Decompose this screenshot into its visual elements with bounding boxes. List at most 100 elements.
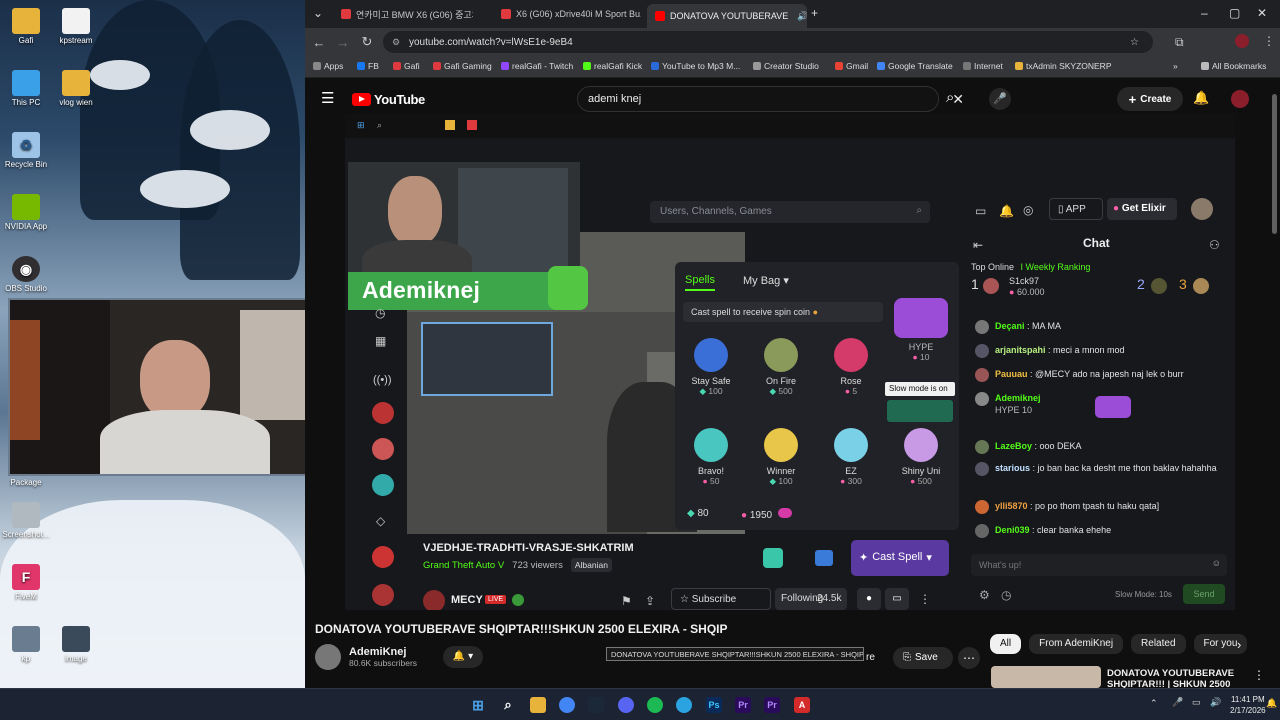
bookmark-gafi-gaming[interactable]: Gafi Gaming — [433, 61, 492, 71]
premiere-icon[interactable]: Pr — [764, 697, 780, 713]
user-avatar[interactable] — [975, 368, 989, 382]
category-link[interactable]: Grand Theft Auto V — [423, 560, 504, 571]
spell-winner[interactable]: Winner ◆ 100 — [748, 428, 814, 487]
page-scrollbar[interactable] — [1272, 94, 1277, 234]
browser-menu-icon[interactable]: ⋮ — [1263, 34, 1275, 48]
kick-search-input[interactable]: Users, Channels, Games ⌕ — [650, 201, 930, 223]
followed-channel-avatar[interactable] — [372, 402, 394, 424]
tab-my-bag[interactable]: My Bag ▾ — [743, 274, 789, 287]
video-player[interactable]: ⊞ ⌕ Users, Channels, Games ⌕ ▭ 🔔 ◎ ▯ APP… — [345, 114, 1235, 610]
search-icon[interactable]: ⌕ — [916, 205, 922, 216]
network-icon[interactable]: ▭ — [1192, 697, 1201, 708]
user-avatar[interactable] — [975, 440, 989, 454]
search-icon[interactable]: ⌕ — [946, 89, 954, 106]
file-explorer-icon[interactable] — [530, 697, 546, 713]
desktop-icon-kpstream[interactable]: kpstream — [50, 8, 102, 45]
bookmark-fb[interactable]: FB — [357, 61, 379, 71]
user-avatar[interactable] — [975, 344, 989, 358]
notifications-icon[interactable]: 🔔 — [1266, 698, 1277, 709]
followed-channel-avatar[interactable] — [372, 584, 394, 606]
desktop-icon-gafi[interactable]: Gafi — [0, 8, 52, 45]
desktop-icon-nvidia-app[interactable]: NVIDIA App — [0, 194, 52, 231]
site-info-icon[interactable]: ⚙ — [392, 37, 400, 48]
timer-icon[interactable]: ◷ — [1001, 588, 1011, 602]
account-avatar[interactable] — [1231, 90, 1249, 108]
desktop-icon-fivem[interactable]: F FiveM — [0, 564, 52, 601]
microphone-icon[interactable]: 🎤 — [989, 88, 1011, 110]
desktop-icon-kp[interactable]: kp — [0, 626, 52, 663]
spell-ez[interactable]: EZ ● 300 — [818, 428, 884, 486]
create-button[interactable]: + Create — [1117, 87, 1183, 111]
tab-youtube-active[interactable]: DONATOVA YOUTUBERAVE 🔊 ✕ — [647, 4, 807, 28]
search-input[interactable]: ademi knej ✕ — [577, 86, 964, 112]
desktop-icon-vlog-wien[interactable]: vlog wien — [50, 70, 102, 107]
bookmark-gafi[interactable]: Gafi — [393, 61, 420, 71]
chat-settings-icon[interactable]: ⚙ — [979, 588, 990, 602]
desktop-icon-package[interactable]: Package — [0, 478, 52, 487]
windows-start-icon[interactable]: ⊞ — [470, 697, 486, 713]
user-avatar[interactable] — [975, 320, 989, 334]
back-icon[interactable]: ← — [307, 35, 331, 50]
chip-related[interactable]: Related — [1131, 634, 1186, 654]
bookmark-google-translate[interactable]: Google Translate — [877, 61, 953, 71]
more-options-icon[interactable]: ⋮ — [919, 592, 931, 606]
desktop-icon-this-pc[interactable]: This PC — [0, 70, 52, 107]
spell-shiny-uni[interactable]: Shiny Uni ● 500 — [888, 428, 954, 486]
chat-popout-icon[interactable]: ▭ — [885, 588, 909, 610]
app-icon[interactable]: A — [794, 697, 810, 713]
subscribed-bell-button[interactable]: 🔔 ▾ — [443, 646, 484, 668]
user-avatar[interactable] — [975, 462, 989, 476]
bookmark-apps[interactable]: Apps — [313, 61, 343, 71]
hamburger-menu-icon[interactable]: ☰ — [321, 89, 334, 107]
channel-avatar[interactable] — [315, 644, 341, 670]
notifications-bell-icon[interactable]: 🔔 — [999, 204, 1014, 218]
followed-channel-avatar[interactable] — [372, 546, 394, 568]
add-elixir-icon[interactable] — [777, 508, 792, 518]
chip-from-ademiknej[interactable]: From AdemiKnej — [1029, 634, 1124, 654]
bookmark-kick[interactable]: realGafi Kick — [583, 61, 642, 71]
reload-icon[interactable]: ↻ — [355, 34, 379, 50]
desktop-icon-recycle-bin[interactable]: ♻ Recycle Bin — [0, 132, 52, 169]
desktop-icon-obs-studio[interactable]: ◉ OBS Studio — [0, 256, 52, 293]
spell-stay-safe[interactable]: Stay Safe ◆ 100 — [678, 338, 744, 397]
user-avatar[interactable] — [1191, 198, 1213, 220]
gem-shop-icon[interactable] — [763, 548, 783, 568]
save-button[interactable]: ⎘ Save — [893, 647, 953, 669]
tab-bmw-1[interactable]: 연카미고 BMW X6 (G06) 중고차 — [333, 4, 473, 24]
url-input[interactable]: ⚙ youtube.com/watch?v=lWsE1e-9eB4 ☆ — [383, 31, 1153, 53]
diamond-icon[interactable]: ◇ — [376, 514, 385, 528]
spotify-icon[interactable] — [647, 697, 663, 713]
close-window-icon[interactable]: ✕ — [1257, 6, 1267, 20]
followed-channel-avatar[interactable] — [372, 438, 394, 460]
search-icon[interactable]: ⌕ — [500, 697, 516, 713]
channel-name[interactable]: AdemiKnej — [349, 646, 417, 658]
extensions-icon[interactable]: ⧉ — [1175, 35, 1184, 50]
more-options-icon[interactable]: ⋮ — [1253, 668, 1265, 682]
app-button[interactable]: ▯ APP — [1049, 198, 1103, 220]
bookmark-creator-studio[interactable]: Creator Studio — [753, 61, 819, 71]
profile-avatar[interactable] — [1235, 34, 1249, 48]
channel-name[interactable]: MECY — [451, 594, 483, 606]
collapse-chat-icon[interactable]: ⇤ — [973, 238, 983, 252]
live-broadcast-icon[interactable]: ((•)) — [373, 374, 392, 386]
tab-bmw-2[interactable]: X6 (G06) xDrive40i M Sport Bu... — [493, 4, 641, 24]
chat-input[interactable]: What's up! ☺ — [971, 554, 1227, 576]
premiere-icon[interactable]: Pr — [735, 697, 751, 713]
tab-search-icon[interactable]: ⌄ — [313, 6, 323, 20]
calendar-icon[interactable]: ▦ — [375, 334, 386, 348]
gifter-avatar[interactable] — [1193, 278, 1209, 294]
telegram-icon[interactable] — [676, 697, 692, 713]
forward-icon[interactable]: → — [331, 35, 355, 50]
spell-rose[interactable]: Rose ● 5 — [818, 338, 884, 396]
bookmark-star-icon[interactable]: ☆ — [1130, 37, 1139, 48]
discord-icon[interactable] — [618, 697, 634, 713]
taskbar-clock[interactable]: 11:41 PM 2/17/2026 — [1230, 694, 1266, 716]
photoshop-icon[interactable]: Ps — [706, 697, 722, 713]
microphone-icon[interactable]: 🎤 — [1172, 697, 1183, 708]
more-actions-icon[interactable]: ⋯ — [958, 647, 980, 669]
steam-icon[interactable] — [588, 697, 604, 713]
spell-bravo[interactable]: Bravo! ● 50 — [678, 428, 744, 486]
tab-audio-icon[interactable]: 🔊 — [797, 11, 807, 22]
share-button-partial[interactable]: re — [866, 652, 875, 663]
users-icon[interactable]: ⚇ — [1209, 238, 1220, 252]
